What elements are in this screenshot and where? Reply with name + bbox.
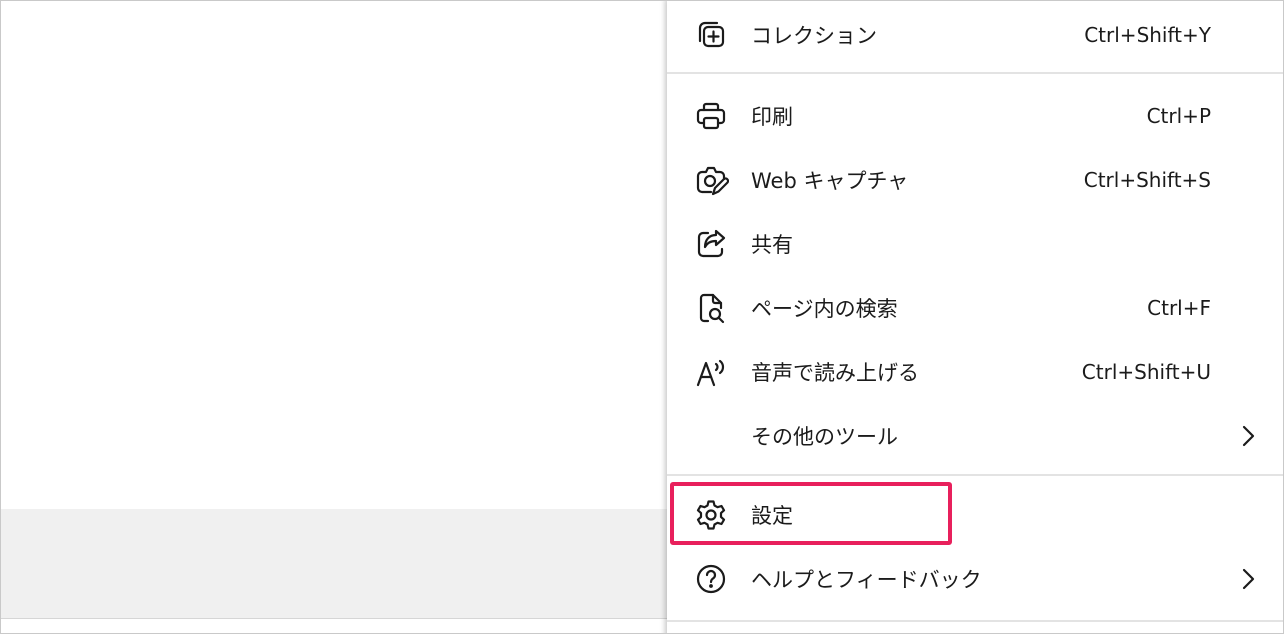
page-content-band — [1, 509, 669, 619]
page-divider — [1, 618, 669, 619]
menu-item-label: その他のツール — [751, 425, 898, 449]
menu-divider — [667, 620, 1283, 622]
find-on-page-icon — [693, 290, 729, 326]
menu-item-print[interactable]: 印刷 Ctrl+P — [667, 88, 1283, 144]
read-aloud-icon — [693, 354, 729, 390]
share-icon — [693, 226, 729, 262]
chevron-right-icon — [1237, 565, 1259, 593]
menu-item-label: コレクション — [751, 24, 877, 48]
menu-item-label: 音声で読み上げる — [751, 361, 919, 385]
menu-item-shortcut: Ctrl+Shift+S — [1083, 168, 1211, 192]
menu-item-shortcut: Ctrl+P — [1146, 104, 1211, 128]
menu-item-label: Web キャプチャ — [751, 169, 909, 193]
menu-item-more-tools[interactable]: その他のツール — [667, 408, 1283, 464]
menu-item-label: ヘルプとフィードバック — [751, 568, 982, 592]
help-icon — [693, 561, 729, 597]
web-capture-icon — [693, 162, 729, 198]
menu-item-web-capture[interactable]: Web キャプチャ Ctrl+Shift+S — [667, 152, 1283, 208]
menu-item-find-on-page[interactable]: ページ内の検索 Ctrl+F — [667, 280, 1283, 336]
menu-divider — [667, 474, 1283, 476]
settings-highlight-box — [670, 482, 952, 545]
menu-item-share[interactable]: 共有 — [667, 216, 1283, 272]
menu-divider — [667, 72, 1283, 74]
menu-item-shortcut: Ctrl+Shift+U — [1081, 360, 1211, 384]
menu-item-label: ページ内の検索 — [751, 297, 898, 321]
menu-item-help-feedback[interactable]: ヘルプとフィードバック — [667, 551, 1283, 607]
menu-item-label: 共有 — [751, 233, 793, 257]
browser-settings-menu: コレクション Ctrl+Shift+Y 印刷 Ctrl+P Web キャプチャ … — [667, 1, 1283, 633]
menu-item-label: 印刷 — [751, 105, 793, 129]
menu-item-shortcut: Ctrl+F — [1147, 296, 1211, 320]
menu-item-read-aloud[interactable]: 音声で読み上げる Ctrl+Shift+U — [667, 344, 1283, 400]
browser-page-area — [1, 1, 669, 633]
printer-icon — [693, 98, 729, 134]
menu-item-shortcut: Ctrl+Shift+Y — [1084, 23, 1211, 47]
menu-item-collections[interactable]: コレクション Ctrl+Shift+Y — [667, 7, 1283, 63]
chevron-right-icon — [1237, 422, 1259, 450]
collections-icon — [693, 17, 729, 53]
screenshot-frame: コレクション Ctrl+Shift+Y 印刷 Ctrl+P Web キャプチャ … — [0, 0, 1284, 634]
